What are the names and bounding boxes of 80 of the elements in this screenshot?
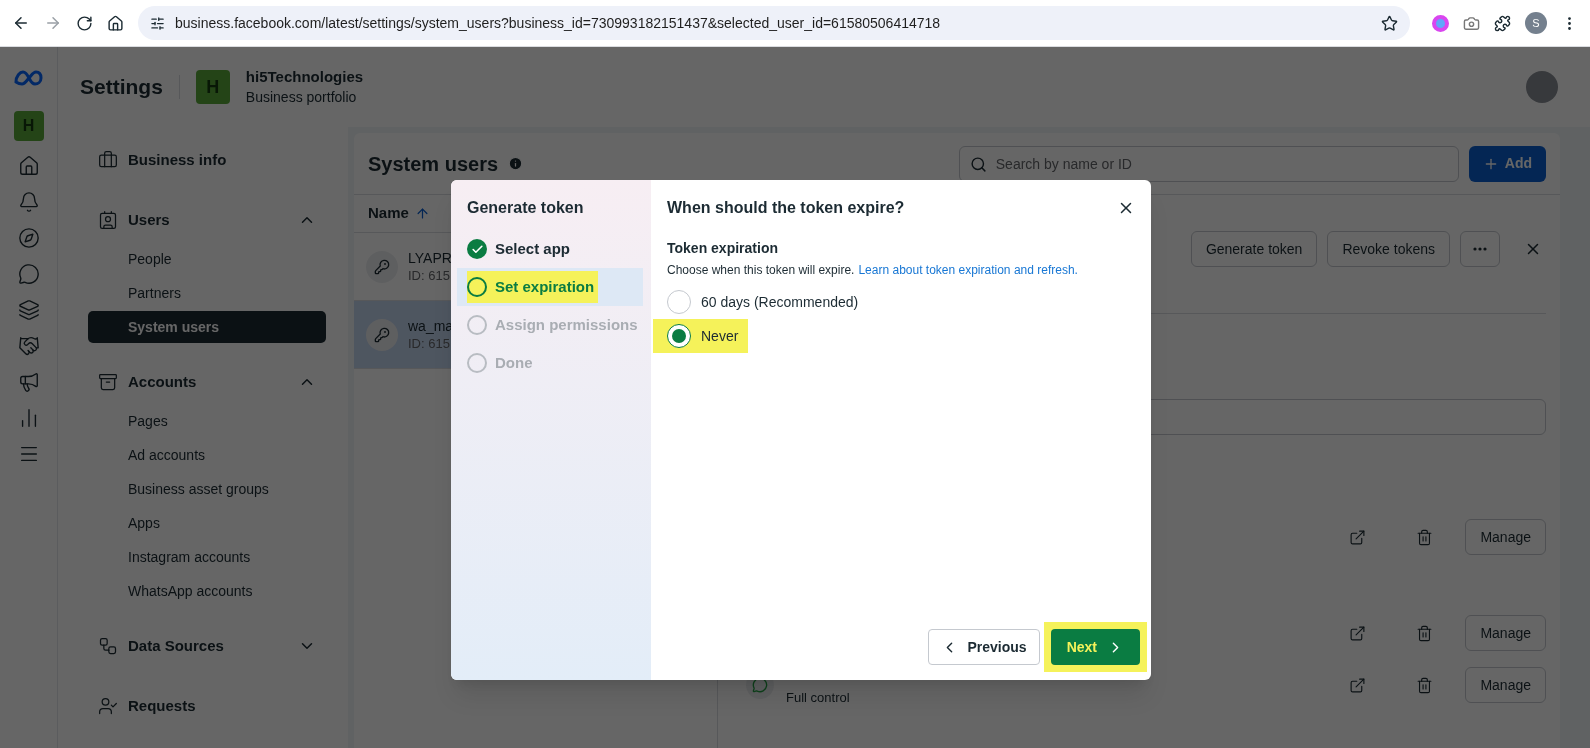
sidebar-item[interactable]: System users bbox=[88, 311, 326, 343]
reload-icon[interactable] bbox=[76, 14, 93, 32]
infinity-logo-icon[interactable] bbox=[12, 69, 45, 87]
trash-icon[interactable] bbox=[1416, 624, 1434, 642]
forward-icon[interactable] bbox=[44, 14, 62, 32]
business-name: hi5Technologies bbox=[245, 67, 364, 87]
radio-option[interactable]: Never bbox=[653, 319, 749, 353]
sidebar-section[interactable]: Data Sources bbox=[88, 623, 326, 669]
trash-icon[interactable] bbox=[1416, 528, 1434, 546]
info-icon[interactable] bbox=[508, 156, 524, 171]
next-button[interactable]: Next bbox=[1050, 629, 1140, 665]
radio-button[interactable] bbox=[667, 324, 691, 348]
help-link[interactable]: Learn about token expiration and refresh. bbox=[858, 261, 1078, 279]
user-name: LYAPR bbox=[408, 248, 452, 267]
section-title: Token expiration bbox=[667, 239, 779, 258]
layers-icon[interactable] bbox=[17, 299, 40, 321]
dialog-heading: When should the token expire? bbox=[667, 198, 905, 218]
sidebar-section[interactable]: Requests bbox=[88, 683, 326, 729]
compass-icon[interactable] bbox=[17, 227, 40, 249]
handshake-icon[interactable] bbox=[17, 335, 40, 357]
bookmark-star-icon[interactable] bbox=[1381, 14, 1398, 32]
id-card-icon bbox=[98, 210, 118, 230]
sidebar-section[interactable]: Accounts bbox=[88, 359, 326, 405]
person-check-icon bbox=[98, 696, 118, 716]
dialog-title: Generate token bbox=[466, 198, 585, 218]
home-icon[interactable] bbox=[107, 14, 124, 32]
bell-icon[interactable] bbox=[17, 191, 40, 213]
ellipsis-icon bbox=[1473, 247, 1487, 251]
section-title: System users bbox=[368, 151, 499, 177]
asset-subtitle: Full control bbox=[786, 689, 850, 708]
previous-button[interactable]: Previous bbox=[927, 629, 1040, 665]
column-header[interactable]: Name bbox=[368, 202, 409, 225]
key-icon bbox=[366, 318, 398, 351]
search-field[interactable]: Search by name or ID bbox=[958, 145, 1459, 182]
search-icon bbox=[969, 155, 987, 173]
sidebar-section[interactable]: Users bbox=[88, 197, 326, 243]
outline-button[interactable]: Generate token bbox=[1190, 231, 1318, 267]
color-ring-icon[interactable] bbox=[1432, 14, 1449, 32]
description-text: Choose when this token will expire. bbox=[667, 262, 855, 279]
step-item[interactable]: Done bbox=[467, 347, 537, 379]
extensions-icon[interactable] bbox=[1494, 14, 1511, 32]
back-icon[interactable] bbox=[12, 14, 30, 32]
add-button[interactable]: Add bbox=[1468, 145, 1546, 182]
sidebar-item[interactable]: Business asset groups bbox=[88, 473, 326, 505]
trash-icon[interactable] bbox=[1416, 676, 1434, 694]
manage-button[interactable]: Manage bbox=[1465, 519, 1546, 555]
external-link-icon[interactable] bbox=[1349, 676, 1367, 694]
manage-button[interactable]: Manage bbox=[1465, 667, 1546, 703]
step-item[interactable]: Assign permissions bbox=[467, 309, 642, 341]
radio-option[interactable]: 60 days (Recommended) bbox=[653, 285, 869, 319]
megaphone-icon[interactable] bbox=[17, 371, 40, 393]
user-avatar[interactable] bbox=[1526, 71, 1558, 103]
business-subtitle: Business portfolio bbox=[245, 88, 358, 107]
manage-button[interactable]: Manage bbox=[1465, 615, 1546, 651]
sidebar-item[interactable]: Pages bbox=[88, 405, 326, 437]
archive-icon bbox=[98, 372, 118, 392]
step-item[interactable]: Select app bbox=[467, 233, 575, 265]
radio-button[interactable] bbox=[667, 290, 691, 314]
sidebar-item[interactable]: Instagram accounts bbox=[88, 541, 326, 573]
site-settings-icon[interactable] bbox=[150, 15, 165, 31]
briefcase-icon bbox=[98, 150, 118, 170]
key-icon bbox=[366, 250, 398, 283]
camera-icon[interactable] bbox=[1463, 14, 1480, 32]
url-text: business.facebook.com/latest/settings/system_users?business_id=730993182151437&selected_user_id=61580506414718 bbox=[175, 13, 942, 33]
outline-button[interactable]: Revoke tokens bbox=[1327, 231, 1450, 267]
user-id: ID: 615 bbox=[408, 266, 451, 285]
nodes-icon bbox=[98, 636, 118, 656]
sidebar-section[interactable]: Business info bbox=[88, 137, 326, 183]
sidebar-item[interactable]: People bbox=[88, 243, 326, 275]
sidebar-item[interactable]: Partners bbox=[88, 277, 326, 309]
sidebar-item[interactable]: Ad accounts bbox=[88, 439, 326, 471]
sidebar-item[interactable]: WhatsApp accounts bbox=[88, 575, 326, 607]
chat-icon[interactable] bbox=[17, 263, 40, 285]
external-link-icon[interactable] bbox=[1349, 528, 1367, 546]
page-title: Settings bbox=[80, 74, 163, 101]
external-link-icon[interactable] bbox=[1349, 624, 1367, 642]
profile-avatar[interactable]: S bbox=[1525, 12, 1547, 34]
address-bar[interactable]: business.facebook.com/latest/settings/system_users?business_id=730993182151437&selected_user_id=61580506414718 bbox=[138, 6, 1410, 40]
step-item[interactable]: Set expiration bbox=[467, 271, 599, 303]
sidebar-item[interactable]: Apps bbox=[88, 507, 326, 539]
